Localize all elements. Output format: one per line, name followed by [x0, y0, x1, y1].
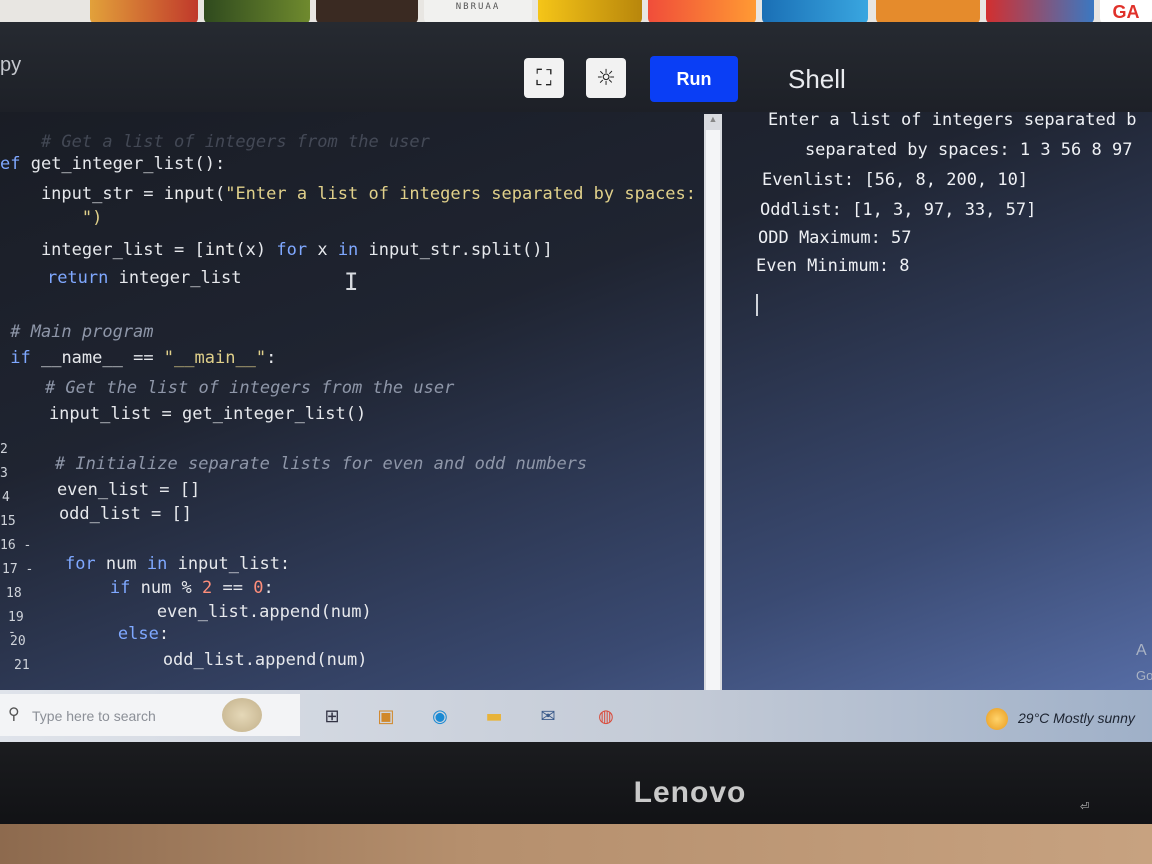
code-line: # Get the list of integers from the user [4, 378, 455, 398]
taskbar-search[interactable]: ⚲ Type here to search [0, 694, 300, 736]
code-line: return integer_list [46, 268, 242, 288]
ad-thumbnail[interactable] [648, 0, 756, 24]
code-editor[interactable]: 2 3 4 15 16 - 17 - 18 19 - 20 21 # Get a… [0, 110, 740, 710]
shell-title: Shell [788, 64, 846, 94]
code-line: if num % 2 == 0: [109, 578, 274, 598]
mail-icon[interactable]: ✉ [536, 704, 560, 728]
chrome-icon[interactable]: ◍ [594, 704, 618, 728]
ad-thumbnail[interactable] [316, 0, 418, 24]
weather-status[interactable]: 29°C Mostly sunny [1018, 710, 1135, 726]
ad-thumbnail-text[interactable]: NBRUAA [424, 0, 532, 24]
code-line: input_list = get_integer_list() [8, 404, 367, 424]
shell-line: Even Minimum: 8 [756, 256, 910, 276]
ad-thumbnail[interactable] [986, 0, 1094, 24]
run-button[interactable]: Run [650, 56, 738, 102]
file-explorer-icon[interactable]: ▬ [482, 704, 506, 728]
store-icon[interactable]: ▣ [374, 704, 398, 728]
line-number: 3 [0, 466, 8, 481]
search-icon: ⚲ [8, 704, 20, 723]
task-view-icon[interactable]: ⊞ [320, 704, 344, 728]
file-tab[interactable]: py [0, 54, 21, 77]
search-placeholder[interactable]: Type here to search [32, 708, 156, 724]
fullscreen-button[interactable]: ⛶ [524, 58, 564, 98]
fullscreen-icon: ⛶ [536, 65, 552, 91]
ad-thumbnail[interactable] [204, 0, 310, 24]
text-cursor [756, 294, 758, 316]
activation-watermark: A [1136, 642, 1147, 659]
shell-line: Oddlist: [1, 3, 97, 33, 57] [760, 200, 1037, 220]
ad-thumbnail[interactable] [762, 0, 868, 24]
monitor-input-icon: ⏎ [1080, 800, 1090, 813]
ad-thumbnail-text[interactable]: GA [1100, 0, 1152, 24]
code-line: ef get_integer_list(): [0, 154, 226, 174]
shell-line: Evenlist: [56, 8, 200, 10] [762, 170, 1029, 190]
code-line: if __name__ == "__main__": [10, 348, 277, 368]
screen: py ⛶ ☼ Run Shell 2 3 4 15 16 - 17 - 18 1… [0, 22, 1152, 746]
line-number: 21 [14, 658, 30, 673]
code-line: integer_list = [int(x) for x in input_st… [0, 240, 553, 260]
code-line: input_str = input("Enter a list of integ… [0, 184, 697, 204]
line-number: 18 [6, 586, 22, 601]
shell-output[interactable]: Enter a list of integers separated b sep… [740, 110, 1152, 710]
code-line: odd_list.append(num) [40, 650, 368, 670]
code-line: ") [0, 208, 103, 228]
edge-icon[interactable]: ◉ [428, 704, 452, 728]
scroll-up-arrow-icon[interactable]: ▲ [704, 114, 722, 128]
ad-thumbnail[interactable] [876, 0, 980, 24]
shell-line: separated by spaces: 1 3 56 8 97 [764, 140, 1133, 160]
theme-toggle-button[interactable]: ☼ [586, 58, 626, 98]
shell-line: Enter a list of integers separated b [768, 110, 1137, 130]
weather-sun-icon[interactable] [986, 708, 1008, 730]
code-line: even_list = [] [16, 480, 201, 500]
shell-line: ODD Maximum: 57 [758, 228, 912, 248]
search-highlight-icon [222, 698, 262, 732]
code-line: # Initialize separate lists for even and… [14, 454, 588, 474]
code-line: for num in input_list: [64, 554, 291, 574]
line-number: 16 - [0, 538, 32, 553]
desk-surface [0, 824, 1152, 864]
ad-thumbnail[interactable] [90, 0, 198, 24]
activation-watermark: Go [1136, 668, 1152, 683]
line-number: 2 [0, 442, 8, 457]
code-line: # Main program [0, 322, 154, 342]
code-line: else: [117, 624, 170, 644]
line-number: 4 [2, 490, 10, 505]
scroll-thumb[interactable] [706, 130, 720, 690]
toolbar: py ⛶ ☼ Run Shell [0, 22, 1152, 112]
code-line: odd_list = [] [18, 504, 192, 524]
line-number: 15 [0, 514, 16, 529]
code-line: even_list.append(num) [34, 602, 372, 622]
monitor-bezel [0, 742, 1152, 834]
line-number: 20 [10, 634, 26, 649]
i-beam-cursor-icon: I [344, 268, 359, 296]
editor-scrollbar[interactable]: ▲ ▼ [704, 114, 722, 710]
ad-thumbnail[interactable] [538, 0, 642, 24]
monitor-brand-logo: Lenovo [633, 776, 747, 809]
taskbar: ⚲ Type here to search ⊞ ▣ ◉ ▬ ✉ ◍ 29°C M… [0, 690, 1152, 746]
code-line: # Get a list of integers from the user [0, 132, 430, 152]
sun-icon: ☼ [596, 65, 616, 91]
